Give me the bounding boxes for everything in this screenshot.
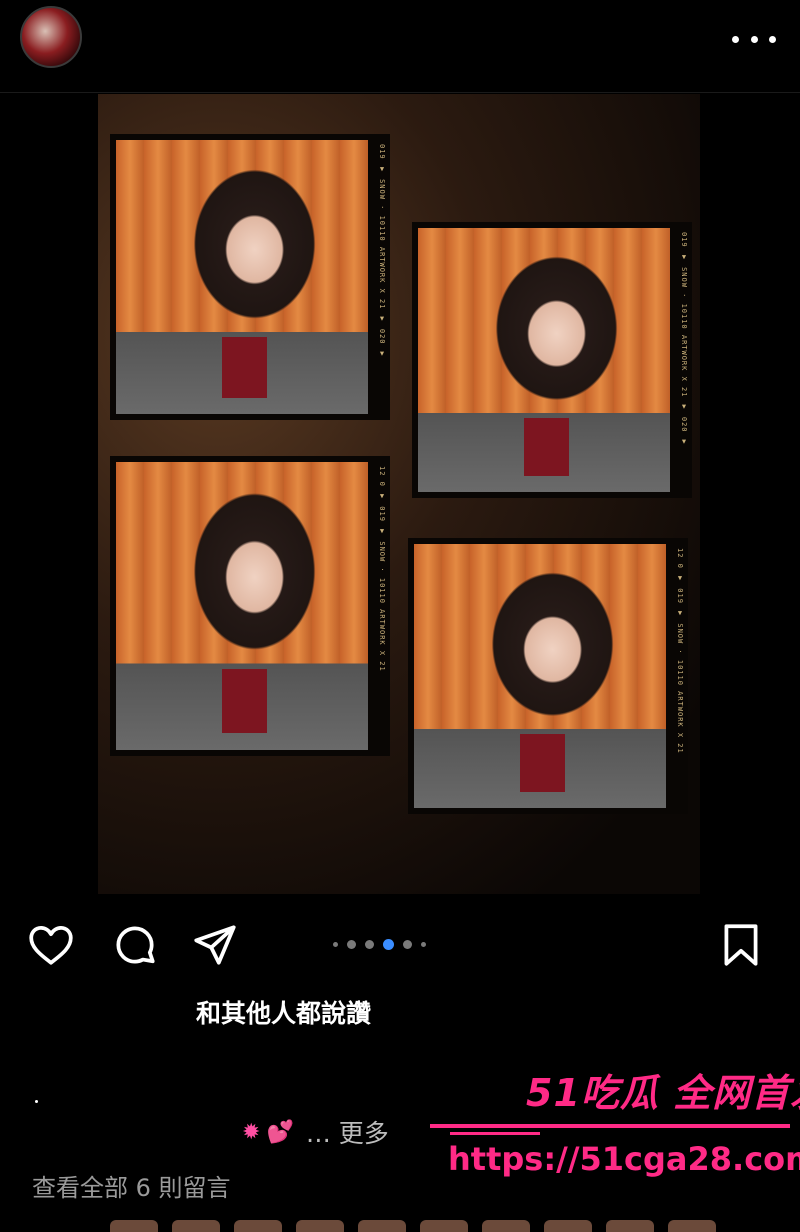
caption-marker xyxy=(35,1100,38,1103)
view-comments-link[interactable]: 查看全部 6 則留言 xyxy=(32,1168,231,1203)
story-thumb[interactable] xyxy=(358,1220,406,1232)
carousel-dot-active xyxy=(383,938,394,950)
watermark-line xyxy=(450,1132,540,1135)
story-thumb[interactable] xyxy=(110,1220,158,1232)
more-icon xyxy=(732,35,739,43)
watermark: 51吃瓜 全网首发 https://51cga28.com xyxy=(430,1062,800,1192)
watermark-line xyxy=(430,1124,790,1128)
story-thumb[interactable] xyxy=(668,1220,716,1232)
photo-frame: 12 0 ▼ 019 ▼ SNOW · 10110 ARTWORK X 21 xyxy=(408,538,688,814)
hearts-emoji: 💕 xyxy=(266,1119,294,1145)
selfie-photo xyxy=(116,462,368,750)
selfie-photo xyxy=(414,544,666,808)
photo-frame: 019 ▼ SNOW · 10110 ARTWORK X 21 ▼ 020 ▼ xyxy=(110,134,390,420)
story-thumb[interactable] xyxy=(296,1220,344,1232)
share-button[interactable] xyxy=(190,920,240,970)
photo-frame: 12 0 ▼ 019 ▼ SNOW · 10110 ARTWORK X 21 xyxy=(110,456,390,756)
film-strip-text: 019 ▼ SNOW · 10110 ARTWORK X 21 ▼ 020 ▼ xyxy=(378,144,386,359)
save-button[interactable] xyxy=(716,920,766,970)
more-options-button[interactable] xyxy=(732,24,776,54)
comment-button[interactable] xyxy=(110,920,160,970)
post-image[interactable]: 019 ▼ SNOW · 10110 ARTWORK X 21 ▼ 020 ▼ … xyxy=(98,94,700,894)
photo-frame: 019 ▼ SNOW · 10110 ARTWORK X 21 ▼ 020 ▼ xyxy=(412,222,692,498)
story-thumb[interactable] xyxy=(606,1220,654,1232)
avatar[interactable] xyxy=(20,6,82,68)
carousel-dot xyxy=(403,939,412,949)
film-strip-text: 019 ▼ SNOW · 10110 ARTWORK X 21 ▼ 020 ▼ xyxy=(680,232,688,447)
share-icon xyxy=(194,925,236,965)
carousel-dot xyxy=(421,941,426,947)
like-button[interactable] xyxy=(26,920,76,970)
watermark-title: 51吃瓜 全网首发 xyxy=(526,1071,800,1115)
selfie-photo xyxy=(418,228,670,492)
heart-icon xyxy=(29,926,73,965)
carousel-dot xyxy=(347,939,356,949)
story-thumb[interactable] xyxy=(482,1220,530,1232)
film-strip-text: 12 0 ▼ 019 ▼ SNOW · 10110 ARTWORK X 21 xyxy=(676,548,684,754)
carousel-dot xyxy=(333,941,338,947)
sparkle-emoji: ✹ xyxy=(242,1119,261,1145)
selfie-photo xyxy=(116,140,368,414)
story-thumb[interactable] xyxy=(544,1220,592,1232)
caption-more-link[interactable]: … 更多 xyxy=(306,1114,389,1150)
story-thumb[interactable] xyxy=(420,1220,468,1232)
post-header xyxy=(0,0,800,93)
story-thumbnails xyxy=(110,1220,800,1232)
story-thumb[interactable] xyxy=(172,1220,220,1232)
carousel-dot xyxy=(365,939,374,949)
action-bar xyxy=(0,916,800,976)
comment-icon xyxy=(116,926,155,964)
bookmark-icon xyxy=(724,924,758,966)
likes-text[interactable]: 和其他人都說讚 xyxy=(196,994,371,1030)
caption[interactable]: ✹ 💕 … 更多 xyxy=(242,1114,389,1150)
carousel-indicator xyxy=(333,936,435,952)
film-strip-text: 12 0 ▼ 019 ▼ SNOW · 10110 ARTWORK X 21 xyxy=(378,466,386,672)
watermark-url: https://51cga28.com xyxy=(448,1140,800,1178)
story-thumb[interactable] xyxy=(234,1220,282,1232)
